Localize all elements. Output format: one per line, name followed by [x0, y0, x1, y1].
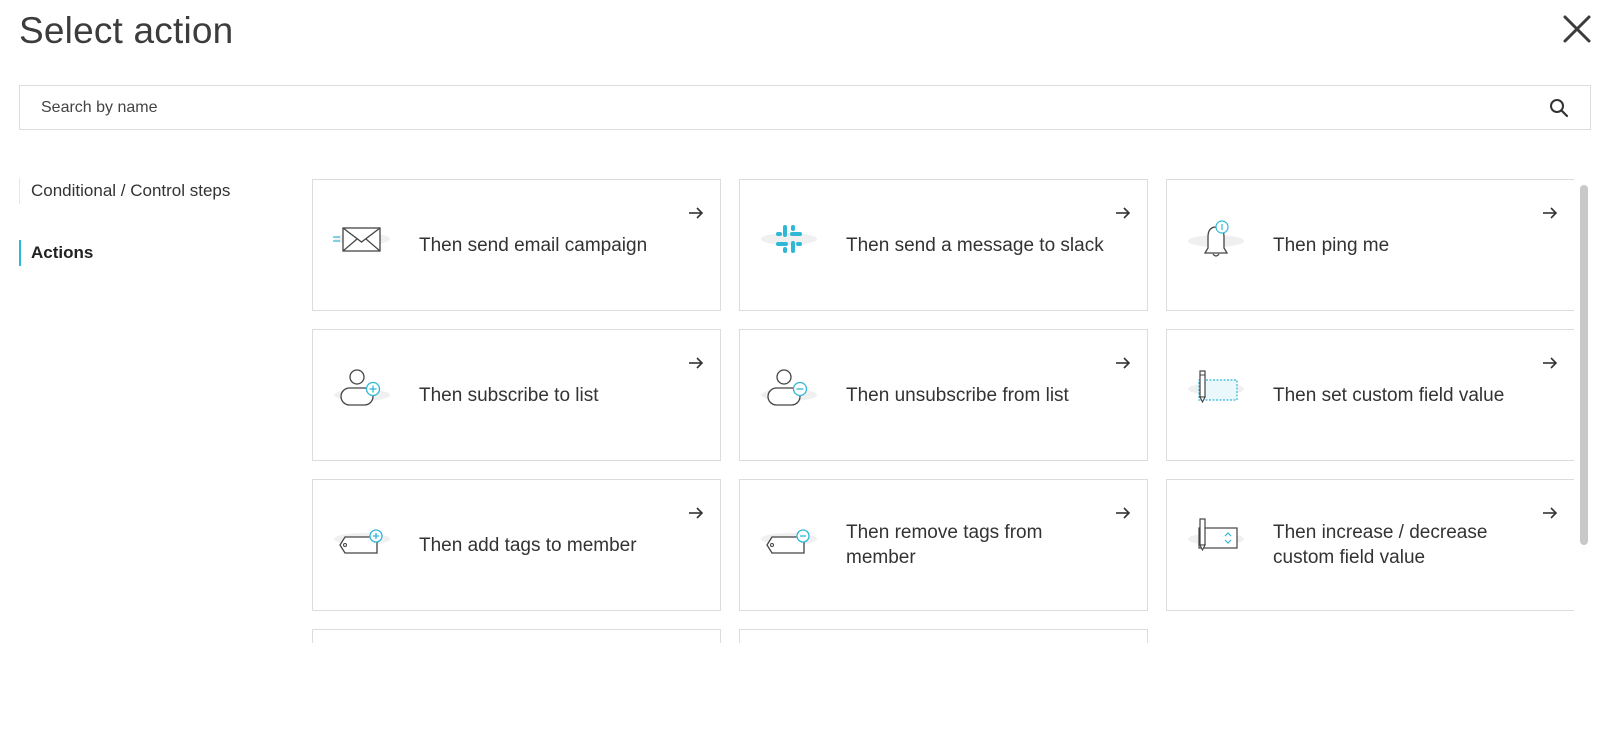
arrow-right-icon: [1543, 207, 1558, 219]
envelope-icon: [333, 227, 390, 252]
action-card-label: Then add tags to member: [419, 534, 637, 556]
action-card-subscribe-to-list[interactable]: Then subscribe to list: [312, 329, 721, 461]
action-card-ping-me[interactable]: Then ping me: [1166, 179, 1574, 311]
field-updown-icon: [1188, 518, 1244, 552]
action-card-label: Then set custom field value: [1273, 384, 1505, 406]
sidebar-track: [19, 178, 20, 204]
arrow-right-icon: [689, 357, 704, 369]
sidebar-item-label: Conditional / Control steps: [31, 181, 231, 200]
arrow-right-icon: [689, 507, 704, 519]
sidebar-item-label: Actions: [31, 243, 94, 262]
arrow-right-icon: [1543, 357, 1558, 369]
search-icon[interactable]: [1549, 98, 1569, 118]
tag-plus-icon: [334, 529, 390, 554]
action-card-label: Then increase / decrease custom field va…: [1273, 522, 1488, 568]
action-card-add-tags-to-member[interactable]: Then add tags to member: [312, 479, 721, 611]
action-grid: Then send email campaign Then send a mes…: [312, 179, 1574, 643]
action-card-increase-decrease-custom-field[interactable]: Then increase / decrease custom field va…: [1166, 479, 1574, 611]
pen-field-icon: [1188, 370, 1244, 404]
action-card-send-email-campaign[interactable]: Then send email campaign: [312, 179, 721, 311]
action-card-label: Then ping me: [1273, 234, 1390, 256]
action-card-send-slack-message[interactable]: Then send a message to slack: [739, 179, 1148, 311]
page-title: Select action: [19, 10, 234, 51]
action-card-label: Then send email campaign: [419, 234, 648, 256]
category-sidebar: Conditional / Control steps Actions: [19, 178, 279, 266]
tag-minus-icon: [761, 529, 817, 554]
action-card-label: Then subscribe to list: [419, 384, 599, 406]
action-card-remove-tags-from-member[interactable]: Then remove tags from member: [739, 479, 1148, 611]
action-card-set-custom-field-value[interactable]: Then set custom field value: [1166, 329, 1574, 461]
sidebar-item-actions[interactable]: Actions: [19, 240, 279, 266]
arrow-right-icon: [1116, 357, 1131, 369]
action-card-label: Then remove tags from member: [846, 522, 1043, 568]
sidebar-item-conditional-control-steps[interactable]: Conditional / Control steps: [19, 178, 279, 204]
action-card-label: Then send a message to slack: [846, 234, 1104, 256]
action-card-partial[interactable]: [739, 629, 1148, 643]
search-box: [19, 85, 1591, 130]
action-card-label: Then unsubscribe from list: [846, 384, 1069, 406]
scrollbar-thumb[interactable]: [1580, 185, 1588, 545]
user-minus-icon: [761, 369, 817, 406]
bell-icon: [1188, 220, 1244, 257]
user-plus-icon: [334, 369, 390, 406]
close-icon[interactable]: [1560, 12, 1594, 46]
slack-icon: [761, 225, 817, 253]
action-card-partial[interactable]: [312, 629, 721, 643]
arrow-right-icon: [1543, 507, 1558, 519]
arrow-right-icon: [1116, 207, 1131, 219]
search-input[interactable]: [20, 86, 1590, 129]
arrow-right-icon: [689, 207, 704, 219]
arrow-right-icon: [1116, 507, 1131, 519]
action-card-unsubscribe-from-list[interactable]: Then unsubscribe from list: [739, 329, 1148, 461]
